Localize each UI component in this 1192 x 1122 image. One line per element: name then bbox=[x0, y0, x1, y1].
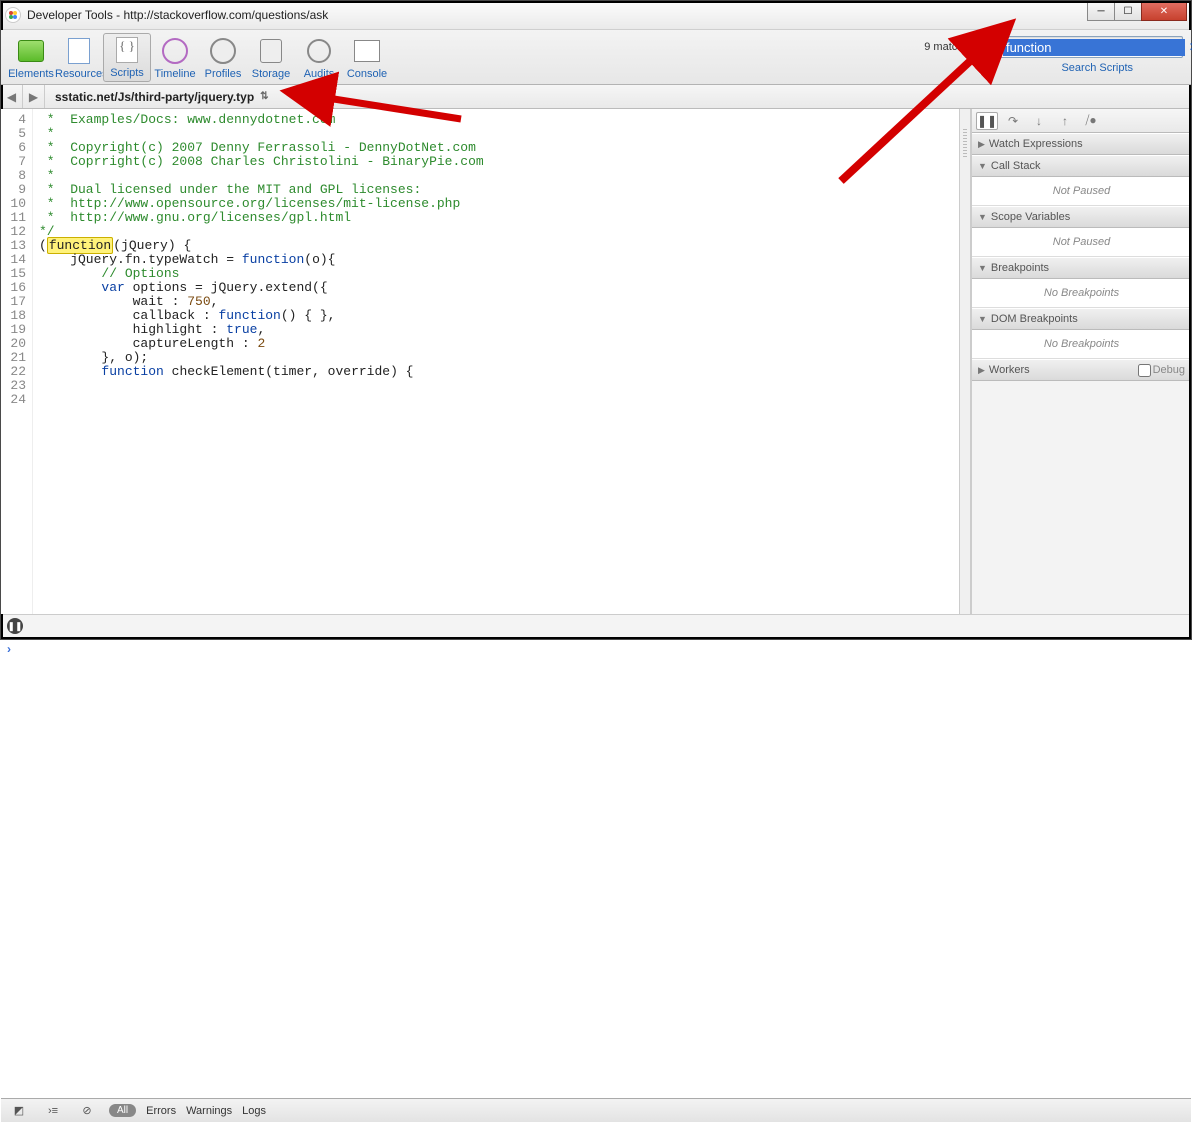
step-out-button[interactable]: ↑ bbox=[1054, 112, 1076, 130]
close-button[interactable]: ✕ bbox=[1141, 1, 1187, 21]
workers-debug-checkbox[interactable] bbox=[1138, 364, 1151, 377]
expand-icon: ▶ bbox=[978, 139, 985, 150]
nav-forward-button[interactable]: ▶ bbox=[23, 85, 45, 108]
tab-audits[interactable]: Audits bbox=[295, 35, 343, 82]
scope-body: Not Paused bbox=[972, 228, 1191, 257]
filter-all[interactable]: All bbox=[109, 1104, 136, 1117]
call-stack-body: Not Paused bbox=[972, 177, 1191, 206]
console-prompt[interactable]: › bbox=[1, 638, 1191, 1098]
filter-logs[interactable]: Logs bbox=[242, 1105, 266, 1117]
search-box[interactable]: 🔍 ✕ bbox=[983, 36, 1183, 58]
window-title: Developer Tools - http://stackoverflow.c… bbox=[27, 8, 1088, 22]
section-dom-breakpoints[interactable]: ▼DOM Breakpoints bbox=[972, 308, 1191, 330]
tab-storage[interactable]: Storage bbox=[247, 35, 295, 82]
section-call-stack[interactable]: ▼Call Stack bbox=[972, 155, 1191, 177]
dom-breakpoints-body: No Breakpoints bbox=[972, 330, 1191, 359]
show-console-button[interactable]: ›≡ bbox=[41, 1102, 65, 1120]
filter-warnings[interactable]: Warnings bbox=[186, 1105, 232, 1117]
window-titlebar: Developer Tools - http://stackoverflow.c… bbox=[1, 1, 1191, 30]
nav-back-button[interactable]: ◀ bbox=[1, 85, 23, 108]
file-dropdown[interactable]: sstatic.net/Js/third-party/jquery.typ ⇅ bbox=[45, 90, 279, 104]
source-code-pane: 456789101112131415161718192021222324 * E… bbox=[1, 109, 959, 614]
tab-scripts[interactable]: { }Scripts bbox=[103, 33, 151, 82]
collapse-icon: ▼ bbox=[978, 212, 987, 222]
dropdown-arrows-icon: ⇅ bbox=[260, 91, 268, 102]
tab-console[interactable]: Console bbox=[343, 35, 391, 82]
search-match-count: 9 matches bbox=[924, 41, 975, 53]
pause-exception-bar: ❚❚ bbox=[1, 614, 1191, 638]
search-icon: 🔍 bbox=[988, 40, 1003, 54]
step-over-button[interactable]: ↷ bbox=[1002, 112, 1024, 130]
section-watch-expressions[interactable]: ▶Watch Expressions bbox=[972, 133, 1191, 155]
scripts-subbar: ◀ ▶ sstatic.net/Js/third-party/jquery.ty… bbox=[1, 85, 1191, 109]
section-scope-variables[interactable]: ▼Scope Variables bbox=[972, 206, 1191, 228]
collapse-icon: ▼ bbox=[978, 161, 987, 171]
search-scripts-link[interactable]: Search Scripts bbox=[1061, 62, 1133, 74]
tab-profiles[interactable]: Profiles bbox=[199, 35, 247, 82]
dock-button[interactable]: ◩ bbox=[7, 1102, 31, 1120]
file-dropdown-label: sstatic.net/Js/third-party/jquery.typ bbox=[55, 90, 254, 104]
expand-icon: ▶ bbox=[978, 365, 985, 376]
splitter-vertical[interactable] bbox=[959, 109, 971, 614]
status-bar: ◩ ›≡ ⊘ All Errors Warnings Logs bbox=[1, 1098, 1191, 1122]
source-code[interactable]: * Examples/Docs: www.dennydotnet.com * *… bbox=[33, 109, 959, 614]
collapse-icon: ▼ bbox=[978, 314, 987, 324]
section-breakpoints[interactable]: ▼Breakpoints bbox=[972, 257, 1191, 279]
maximize-button[interactable]: ☐ bbox=[1114, 1, 1142, 21]
console-chevron-icon: › bbox=[7, 642, 11, 656]
collapse-icon: ▼ bbox=[978, 263, 987, 273]
tab-elements[interactable]: Elements bbox=[7, 35, 55, 82]
tab-resources[interactable]: Resources bbox=[55, 35, 103, 82]
pause-on-exceptions-button[interactable]: ❚❚ bbox=[7, 618, 23, 634]
debugger-sidebar: ❚❚ ↷ ↓ ↑ ⧸● ▶Watch Expressions ▼Call Sta… bbox=[971, 109, 1191, 614]
chrome-icon bbox=[5, 7, 21, 23]
minimize-button[interactable]: ─ bbox=[1087, 1, 1115, 21]
tab-timeline[interactable]: Timeline bbox=[151, 35, 199, 82]
step-into-button[interactable]: ↓ bbox=[1028, 112, 1050, 130]
search-input[interactable] bbox=[1003, 39, 1185, 56]
breakpoints-body: No Breakpoints bbox=[972, 279, 1191, 308]
deactivate-breakpoints-button[interactable]: ⧸● bbox=[1080, 112, 1102, 130]
line-number-gutter: 456789101112131415161718192021222324 bbox=[1, 109, 33, 614]
filter-errors[interactable]: Errors bbox=[146, 1105, 176, 1117]
section-workers[interactable]: ▶Workers Debug bbox=[972, 359, 1191, 381]
devtools-toolbar: Elements Resources { }Scripts Timeline P… bbox=[1, 30, 1191, 85]
debugger-controls: ❚❚ ↷ ↓ ↑ ⧸● bbox=[972, 109, 1191, 133]
pause-button[interactable]: ❚❚ bbox=[976, 112, 998, 130]
clear-console-button[interactable]: ⊘ bbox=[75, 1102, 99, 1120]
